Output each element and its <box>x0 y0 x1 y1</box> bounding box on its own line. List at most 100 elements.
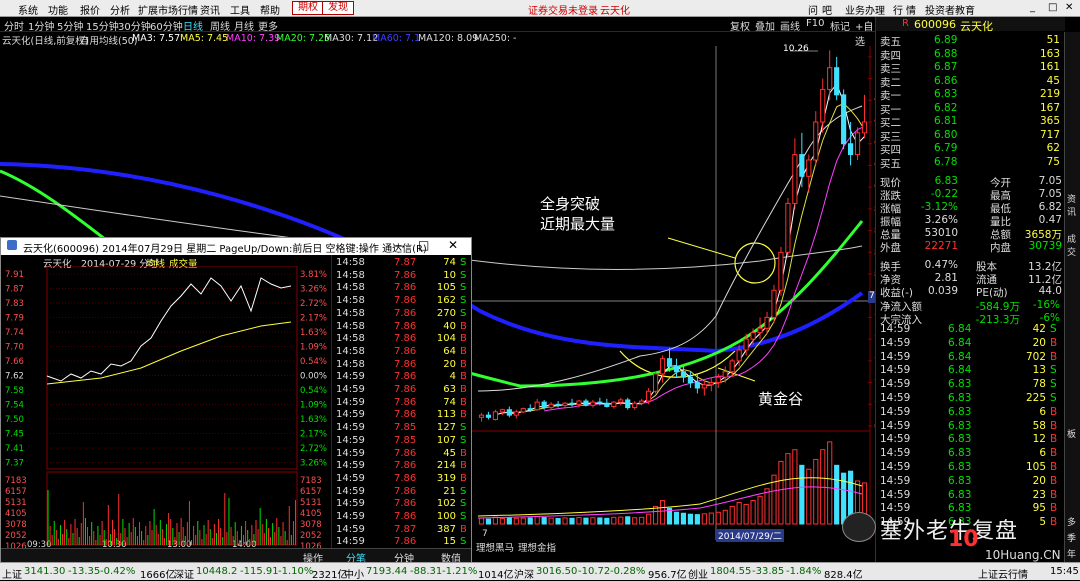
ask-volume: 45 <box>1046 74 1060 87</box>
period-more[interactable]: 更多 <box>258 18 278 33</box>
ma3-label: MA3: 7.57 <box>132 33 181 44</box>
side-tab-board[interactable]: 板 <box>1067 427 1076 440</box>
login-notice: 证券交易未登录 <box>528 6 598 17</box>
menu-qing[interactable]: 情 <box>906 2 916 17</box>
period-daily[interactable]: 日线 <box>183 18 203 33</box>
volume-bar <box>729 505 735 525</box>
tick-time: 14:59 <box>880 447 911 460</box>
tab-ideal-dark-horse[interactable]: 理想黑马 <box>476 540 514 554</box>
side-tab-deal[interactable]: 成交 <box>1067 232 1080 258</box>
menu-ask[interactable]: 问 <box>808 2 818 17</box>
popup-tick-price: 7.86 <box>394 485 417 497</box>
vol-tick-right: 5131 <box>300 498 322 508</box>
tool-f10[interactable]: F10 <box>806 18 824 29</box>
period-30min[interactable]: 30分钟 <box>118 18 151 33</box>
stat-value: 3.26% <box>924 214 958 226</box>
stat-value: 44.0 <box>1038 285 1062 297</box>
menu-analysis[interactable]: 分析 <box>110 2 130 17</box>
period-60min[interactable]: 60分钟 <box>150 18 183 33</box>
volume-bar <box>673 511 680 525</box>
candle-body <box>611 401 617 407</box>
status-sz-label: 深证 <box>174 570 194 581</box>
period-weekly[interactable]: 周线 <box>210 18 230 33</box>
menu-hang[interactable]: 行 <box>893 2 903 17</box>
tool-mark[interactable]: 标记 <box>830 18 850 33</box>
candle-body <box>854 132 861 156</box>
tick-volume: 78 <box>1032 378 1046 391</box>
options-button[interactable]: 期权 <box>292 1 324 15</box>
ma30-label: MA30: 7.12 <box>324 33 379 44</box>
side-tab-year[interactable]: 年 <box>1067 547 1076 560</box>
high-price-label: 10.26 <box>783 44 809 54</box>
popup-tick-volume: 74 <box>443 396 456 408</box>
side-tab-news[interactable]: 资讯 <box>1067 192 1080 218</box>
period-5min[interactable]: 5分钟 <box>57 18 83 33</box>
ask-price: 6.89 <box>934 34 958 46</box>
candle-body <box>639 400 645 404</box>
volume-bar <box>659 500 666 525</box>
candle-body <box>834 67 840 96</box>
tool-draw[interactable]: 画线 <box>780 18 800 33</box>
popup-tick-price: 7.87 <box>394 257 417 268</box>
period-intraday[interactable]: 分时 <box>4 18 24 33</box>
candle-body <box>841 94 847 145</box>
intraday-chart[interactable]: 7.91 3.81% 7.87 3.26% 7.83 2.72% 7.79 2.17% 7.74… <box>1 266 331 549</box>
stat-value: 30739 <box>1028 240 1062 252</box>
popup-tick-side: B <box>460 447 467 459</box>
close-icon[interactable]: ✕ <box>1065 2 1073 13</box>
tick-side: B <box>1050 461 1058 473</box>
popup-close-icon[interactable]: ✕ <box>448 238 458 252</box>
popup-tick-side: S <box>460 257 467 268</box>
tab-ideal-gold-index[interactable]: 理想金指 <box>518 540 556 554</box>
pct-tick-right: 1.09% <box>300 401 327 411</box>
menu-business[interactable]: 业务办理 <box>845 2 885 17</box>
pct-tick-right: 1.63% <box>300 328 327 338</box>
minimize-icon[interactable]: _ <box>1030 2 1035 13</box>
candle-body <box>715 376 721 384</box>
popup-tick-time: 14:59 <box>336 371 365 383</box>
menu-bar-forum[interactable]: 吧 <box>822 2 832 17</box>
popup-tick-volume: 113 <box>436 409 456 421</box>
discover-button[interactable]: 发现 <box>322 1 354 15</box>
status-cloud[interactable]: 上证云行情 <box>978 566 1028 581</box>
popup-minimize-icon[interactable]: — <box>393 239 404 252</box>
intraday-popup[interactable]: 云天化(600096) 2014年07月29日 星期二 PageUp/Down:… <box>0 237 472 565</box>
popup-tick-price: 7.86 <box>394 282 417 294</box>
popup-titlebar[interactable]: 云天化(600096) 2014年07月29日 星期二 PageUp/Down:… <box>1 238 471 255</box>
popup-tick-side: B <box>460 345 467 357</box>
candle-body <box>604 402 610 407</box>
stat-label: 外盘 <box>880 242 901 254</box>
popup-maximize-icon[interactable]: □ <box>418 238 429 252</box>
menu-help[interactable]: 帮助 <box>260 2 280 17</box>
volume-bar <box>722 509 728 525</box>
menu-news[interactable]: 资讯 <box>200 2 220 17</box>
menu-system[interactable]: 系统 <box>18 2 38 17</box>
menu-tools[interactable]: 工具 <box>230 2 250 17</box>
menu-investor-edu[interactable]: 投资者教育 <box>925 2 975 17</box>
menu-quote[interactable]: 报价 <box>80 2 100 17</box>
price-tick-left: 7.79 <box>5 314 24 324</box>
ma60-label: MA60: 7.1 <box>372 33 421 44</box>
price-tick-left: 7.50 <box>5 415 24 425</box>
popup-tick-side: S <box>460 269 467 281</box>
r-icon: R <box>902 18 909 29</box>
period-monthly[interactable]: 月线 <box>234 18 254 33</box>
menu-extended-market[interactable]: 扩展市场行情 <box>138 2 198 17</box>
candle-body <box>701 384 707 389</box>
tick-side: B <box>1050 405 1058 418</box>
tool-fuquan[interactable]: 复权 <box>730 18 750 33</box>
popup-tick-time: 14:58 <box>336 358 365 370</box>
stat-value: 7.05 <box>1038 175 1062 187</box>
vol-tick-left: 6157 <box>5 487 27 497</box>
period-15min[interactable]: 15分钟 <box>86 18 119 33</box>
tool-overlay[interactable]: 叠加 <box>755 18 775 33</box>
period-1min[interactable]: 1分钟 <box>28 18 54 33</box>
vol-tick-left: 2052 <box>5 531 27 541</box>
maximize-icon[interactable]: □ <box>1048 2 1057 13</box>
side-tab-multi[interactable]: 多 <box>1067 515 1076 528</box>
tick-side: B <box>1050 447 1058 460</box>
status-cy-amt: 828.4亿 <box>824 570 863 581</box>
popup-tick-side: S <box>460 295 467 307</box>
menu-function[interactable]: 功能 <box>48 2 68 17</box>
side-tab-season[interactable]: 季 <box>1067 531 1076 544</box>
